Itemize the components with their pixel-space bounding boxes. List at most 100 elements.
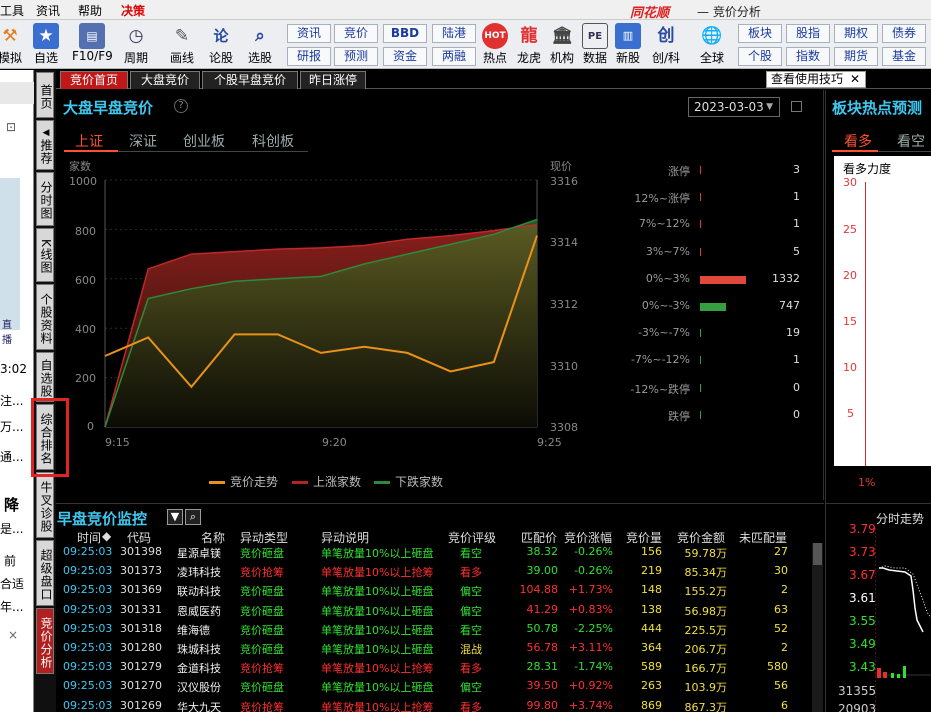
tab-market-auction[interactable]: 大盘竞价 (130, 71, 200, 89)
close-icon[interactable]: × (8, 628, 18, 642)
cell-code: 301373 (120, 564, 162, 578)
tab-yesterday-limit[interactable]: 昨日涨停 (300, 71, 366, 89)
table-row[interactable]: 09:25:03 301331 恩威医药 竞价砸盘 单笔放量10%以上砸盘 偏空 41.29… (56, 601, 824, 620)
tab-shanghai[interactable]: 上证 (75, 131, 103, 151)
left-time: 3:02 (0, 362, 27, 376)
price-tick: 3.73 (849, 545, 876, 559)
bbd-button[interactable]: BBD (383, 24, 427, 43)
news-button[interactable]: 资讯 (287, 24, 331, 43)
cell-volume: 138 (641, 602, 662, 616)
futures-button[interactable]: 期货 (834, 47, 878, 66)
sector-button[interactable]: 板块 (738, 24, 782, 43)
help-icon[interactable]: ? (174, 99, 188, 113)
tab-stock-auction[interactable]: 个股早盘竞价 (202, 71, 298, 89)
watchlist-button[interactable]: ★ 自选 (30, 22, 62, 68)
funds-button[interactable]: 资金 (383, 47, 427, 66)
period-button[interactable]: ◷ 周期 (120, 22, 152, 68)
left-snippet[interactable]: 通... (0, 448, 23, 465)
data-button[interactable]: PE 数据 (579, 22, 611, 68)
simulate-button[interactable]: ⚒ 模拟 (0, 22, 26, 68)
index-futures-button[interactable]: 股指 (786, 24, 830, 43)
stock-button[interactable]: 个股 (738, 47, 782, 66)
draw-line-button[interactable]: ✎ 画线 (166, 22, 198, 68)
options-button[interactable]: 期权 (834, 24, 878, 43)
table-row[interactable]: 09:25:03 301369 联动科技 竞价砸盘 单笔放量10%以上砸盘 偏空 104.8… (56, 581, 824, 600)
left-snippet[interactable]: 是... (0, 520, 23, 537)
tab-super-quote[interactable]: 超级盘口 (36, 540, 54, 606)
left-tick: 1000 (69, 175, 97, 188)
left-snippet[interactable]: 注... (0, 392, 23, 409)
left-snippet[interactable]: 万... (0, 418, 23, 435)
select-stock-button[interactable]: ⌕ 选股 (244, 22, 276, 68)
tab-diagnosis[interactable]: 牛叉诊股 (36, 472, 54, 538)
tab-kline[interactable]: K线图 (36, 228, 54, 282)
tab-intraday[interactable]: 分时图 (36, 172, 54, 226)
left-snippet[interactable]: 前 (4, 552, 16, 569)
left-snippet[interactable]: 年... (0, 598, 23, 615)
back-arrow-icon: ◀ (41, 128, 51, 139)
usage-tips-button[interactable]: 查看使用技巧 ✕ (766, 71, 866, 88)
dist-label: 跌停 (668, 409, 690, 423)
auction-button[interactable]: 竞价 (334, 24, 378, 43)
tab-stock-info[interactable]: 个股资料 (36, 284, 54, 350)
tab-chinext[interactable]: 创业板 (183, 131, 225, 151)
research-button[interactable]: 研报 (287, 47, 331, 66)
cell-volume: 219 (641, 564, 662, 578)
search-icon[interactable]: ⌕ (185, 509, 201, 525)
tab-home[interactable]: 首页 (36, 72, 54, 118)
tab-recommend[interactable]: ◀推荐 (36, 120, 54, 170)
tab-bearish[interactable]: 看空 (897, 131, 925, 151)
tab-auction-analysis[interactable]: 竞价分析 (36, 608, 54, 674)
tab-bullish[interactable]: 看多 (844, 131, 872, 151)
institution-button[interactable]: 🏛 机构 (546, 22, 578, 68)
table-row[interactable]: 09:25:03 301280 珠城科技 竞价砸盘 单笔放量10%以上砸盘 混战 56.78… (56, 639, 824, 658)
tab-watchlist[interactable]: 自选股 (36, 352, 54, 402)
menu-decision[interactable]: 决策 (121, 2, 145, 19)
chuang-button[interactable]: 创创/科 (646, 22, 686, 68)
forecast-button[interactable]: 预测 (334, 47, 378, 66)
right-tick: 3316 (550, 175, 578, 188)
tab-star-market[interactable]: 科创板 (252, 131, 294, 151)
table-row[interactable]: 09:25:03 301373 凌玮科技 竞价抢筹 单笔放量10%以上抢筹 看多 39.00… (56, 562, 824, 581)
volume-tick: 31355 (838, 684, 877, 698)
discuss-button[interactable]: 论论股 (205, 22, 237, 68)
indices-button[interactable]: 指数 (786, 47, 830, 66)
left-snippet[interactable]: 降 (4, 494, 19, 515)
cell-code: 301269 (120, 698, 162, 712)
globe-icon: 🌐 (701, 26, 723, 46)
chart-areas (104, 218, 538, 428)
dist-label: 0%~3% (645, 271, 690, 285)
strength-tick: 1% (858, 476, 876, 489)
bonds-button[interactable]: 债券 (882, 24, 926, 43)
sort-down-icon[interactable]: ◆ (102, 529, 111, 543)
scrollbar[interactable] (812, 543, 823, 712)
minimize-icon[interactable] (791, 101, 802, 112)
live-thumbnail[interactable]: 直播 (0, 178, 20, 346)
filter-icon[interactable]: ▼ (167, 509, 183, 525)
global-button[interactable]: 🌐 全球 (696, 22, 728, 68)
tab-shenzhen[interactable]: 深证 (129, 131, 157, 151)
table-row[interactable]: 09:25:03 301269 华大九天 竞价抢筹 单笔放量10%以上抢筹 看多 99.80… (56, 697, 824, 712)
close-icon[interactable]: ✕ (850, 72, 860, 87)
menu-help[interactable]: 帮助 (78, 2, 102, 19)
dragon-tiger-button[interactable]: 龍龙虎 (513, 22, 545, 68)
left-snippet[interactable]: 合适 (0, 575, 24, 592)
funds-market-button[interactable]: 基金 (882, 47, 926, 66)
table-row[interactable]: 09:25:03 301318 维海德 竞价砸盘 单笔放量10%以上砸盘 看空 50.78 -… (56, 620, 824, 639)
table-row[interactable]: 09:25:03 301279 金道科技 竞价抢筹 单笔放量10%以上抢筹 看多 28.31… (56, 658, 824, 677)
menu-tools[interactable]: 工具 (0, 2, 24, 19)
menu-news[interactable]: 资讯 (36, 2, 60, 19)
table-row[interactable]: 09:25:03 301398 星源卓镁 竞价砸盘 单笔放量10%以上砸盘 看空 38.32… (56, 543, 824, 562)
date-select[interactable]: 2023-03-03 ▼ (688, 97, 780, 117)
scroll-thumb[interactable] (813, 543, 822, 565)
table-row[interactable]: 09:25:03 301270 汉仪股份 竞价砸盘 单笔放量10%以上砸盘 偏空 39.50… (56, 677, 824, 696)
expand-icon[interactable]: ⊡ (6, 120, 16, 134)
legend-label: 上涨家数 (313, 475, 362, 489)
f10-button[interactable]: ▤ F10/F9 (72, 22, 113, 68)
new-stock-button[interactable]: ▥ 新股 (612, 22, 644, 68)
hot-button[interactable]: HOT 热点 (479, 22, 511, 68)
hk-connect-button[interactable]: 陆港 (432, 24, 476, 43)
tab-auction-home[interactable]: 竞价首页 (60, 71, 128, 89)
cell-desc: 单笔放量10%以上抢筹 (321, 662, 434, 676)
margin-button[interactable]: 两融 (432, 47, 476, 66)
